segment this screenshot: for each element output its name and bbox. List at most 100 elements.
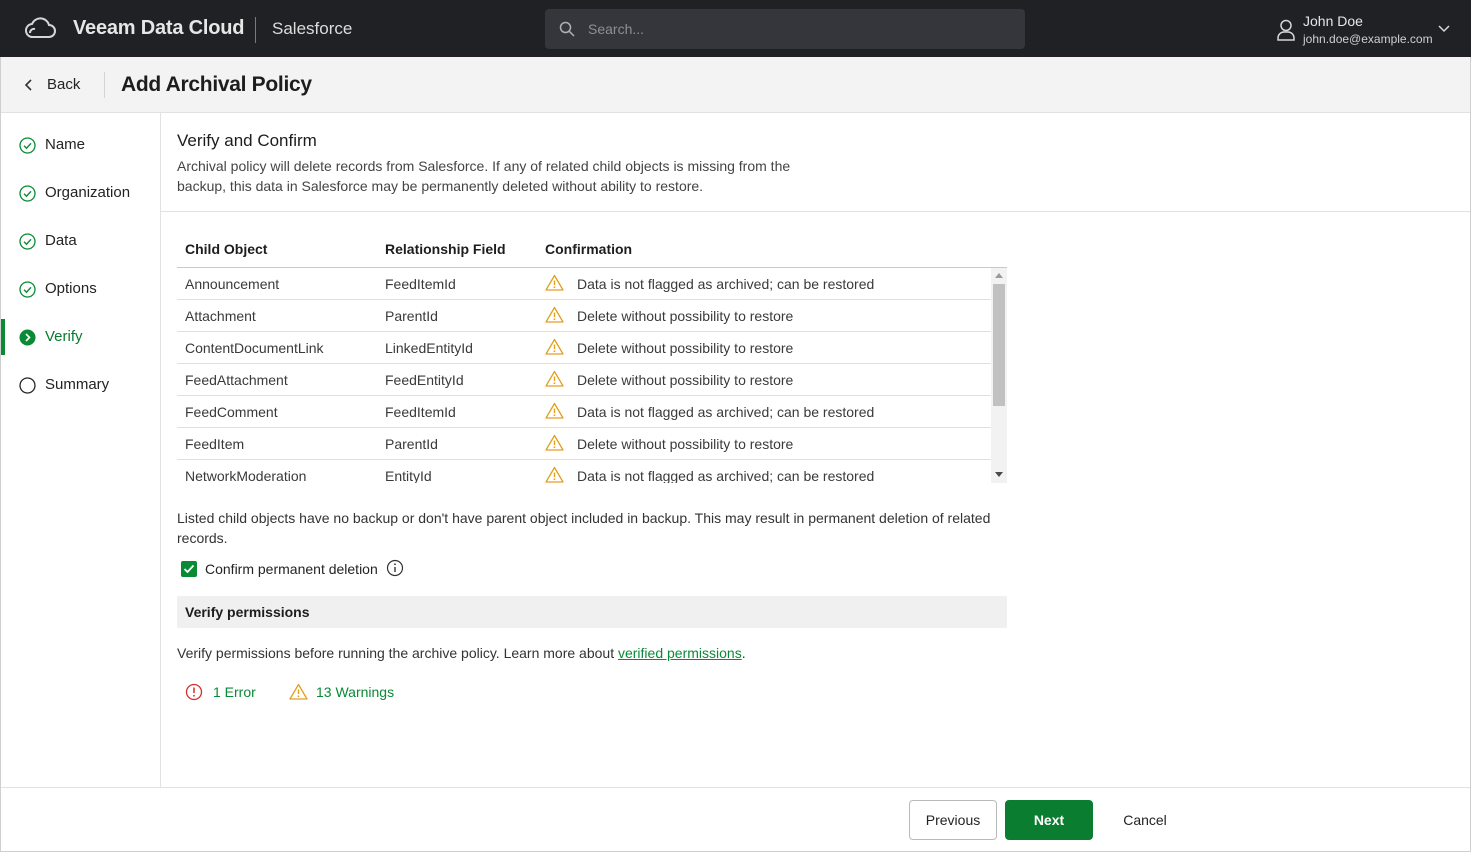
step-name[interactable]: Name xyxy=(1,125,160,165)
check-circle-icon xyxy=(19,281,36,298)
confirmation-cell: Delete without possibility to restore xyxy=(577,340,794,356)
confirm-deletion-label[interactable]: Confirm permanent deletion xyxy=(205,561,378,577)
table-header: Child Object Relationship Field Confirma… xyxy=(177,231,1007,268)
chevron-left-icon xyxy=(24,79,32,91)
step-organization[interactable]: Organization xyxy=(1,173,160,213)
user-email: john.doe@example.com xyxy=(1303,32,1433,46)
table-row[interactable]: NetworkModeration EntityId Data is not f… xyxy=(177,460,991,483)
warning-icon xyxy=(545,402,564,419)
column-header-relationship-field[interactable]: Relationship Field xyxy=(385,241,506,257)
relationship-field-cell: LinkedEntityId xyxy=(385,340,473,356)
warning-icon xyxy=(545,434,564,451)
table-row[interactable]: Announcement FeedItemId Data is not flag… xyxy=(177,268,991,300)
relationship-field-cell: FeedItemId xyxy=(385,404,456,420)
wizard-footer: Previous Next Cancel xyxy=(1,787,1470,851)
cancel-button[interactable]: Cancel xyxy=(1101,800,1189,840)
top-bar: Veeam Data Cloud Salesforce John Doe joh… xyxy=(0,0,1471,57)
confirmation-cell: Delete without possibility to restore xyxy=(577,372,794,388)
step-label: Options xyxy=(45,280,97,297)
warnings-count-label: 13 Warnings xyxy=(316,684,395,700)
checkmark-icon xyxy=(183,564,195,574)
next-button[interactable]: Next xyxy=(1005,800,1093,840)
errors-count-label: 1 Error xyxy=(213,684,256,700)
verified-permissions-link[interactable]: verified permissions xyxy=(618,645,742,661)
table-row[interactable]: FeedComment FeedItemId Data is not flagg… xyxy=(177,396,991,428)
warning-icon xyxy=(545,338,564,355)
confirm-deletion-checkbox[interactable] xyxy=(181,561,197,577)
confirmation-cell: Delete without possibility to restore xyxy=(577,308,794,324)
step-label: Verify xyxy=(45,328,83,345)
section-title: Verify and Confirm xyxy=(177,131,317,150)
verify-permissions-title: Verify permissions xyxy=(185,604,310,620)
check-circle-icon xyxy=(19,137,36,154)
search-box[interactable] xyxy=(545,9,1025,49)
scroll-down-icon[interactable] xyxy=(995,472,1003,477)
column-header-confirmation[interactable]: Confirmation xyxy=(545,241,632,257)
user-name: John Doe xyxy=(1303,13,1363,29)
warning-icon xyxy=(545,370,564,387)
permissions-desc-suffix: . xyxy=(741,645,746,661)
scroll-up-icon[interactable] xyxy=(995,273,1003,278)
page-title: Add Archival Policy xyxy=(121,73,312,96)
header-divider xyxy=(104,72,105,98)
table-row[interactable]: ContentDocumentLink LinkedEntityId Delet… xyxy=(177,332,991,364)
confirmation-cell: Data is not flagged as archived; can be … xyxy=(577,468,875,483)
table-row[interactable]: Attachment ParentId Delete without possi… xyxy=(177,300,991,332)
column-header-child-object[interactable]: Child Object xyxy=(185,241,267,257)
relationship-field-cell: EntityId xyxy=(385,468,432,483)
confirmation-cell: Delete without possibility to restore xyxy=(577,436,794,452)
relationship-field-cell: ParentId xyxy=(385,436,438,452)
info-icon[interactable] xyxy=(386,559,404,577)
table-body[interactable]: Announcement FeedItemId Data is not flag… xyxy=(177,268,991,483)
verify-permissions-description: Verify permissions before running the ar… xyxy=(177,645,746,661)
step-label: Summary xyxy=(45,376,110,393)
child-object-cell: Announcement xyxy=(185,276,280,292)
main-content: Verify and Confirm Archival policy will … xyxy=(161,113,1470,787)
relationship-field-cell: FeedItemId xyxy=(385,276,456,292)
confirmation-cell: Data is not flagged as archived; can be … xyxy=(577,276,875,292)
deletion-note: Listed child objects have no backup or d… xyxy=(177,510,991,546)
step-verify[interactable]: Verify xyxy=(1,317,160,357)
check-circle-icon xyxy=(19,233,36,250)
chevron-down-icon xyxy=(1438,25,1450,33)
user-menu[interactable]: John Doe john.doe@example.com xyxy=(1276,10,1456,50)
search-input[interactable] xyxy=(588,19,1008,39)
child-object-cell: Attachment xyxy=(185,308,256,324)
wizard-steps: Name Organization Data Options Verify Su… xyxy=(1,113,161,787)
check-circle-icon xyxy=(19,185,36,202)
page-header: Back Add Archival Policy xyxy=(1,57,1470,113)
warning-icon xyxy=(289,683,308,700)
table-scrollbar[interactable] xyxy=(991,268,1007,483)
active-step-indicator xyxy=(1,319,5,355)
product-name: Salesforce xyxy=(272,19,353,38)
table-row[interactable]: FeedAttachment FeedEntityId Delete witho… xyxy=(177,364,991,396)
relationship-field-cell: ParentId xyxy=(385,308,438,324)
table-row[interactable]: FeedItem ParentId Delete without possibi… xyxy=(177,428,991,460)
scrollbar-thumb[interactable] xyxy=(993,284,1005,406)
step-data[interactable]: Data xyxy=(1,221,160,261)
step-label: Organization xyxy=(45,184,131,201)
previous-button[interactable]: Previous xyxy=(909,800,997,840)
child-object-cell: FeedComment xyxy=(185,404,278,420)
warning-icon xyxy=(545,274,564,291)
step-summary[interactable]: Summary xyxy=(1,365,160,405)
search-icon xyxy=(559,21,575,37)
verify-permissions-section: Verify permissions xyxy=(177,596,1007,628)
brand-divider xyxy=(255,17,256,43)
step-label: Data xyxy=(45,232,77,249)
empty-circle-icon xyxy=(19,377,36,394)
child-object-cell: FeedAttachment xyxy=(185,372,288,388)
active-step-icon xyxy=(19,329,36,346)
warning-icon xyxy=(545,466,564,483)
child-object-cell: ContentDocumentLink xyxy=(185,340,324,356)
user-icon xyxy=(1277,19,1295,41)
section-divider xyxy=(161,211,1470,212)
child-object-cell: FeedItem xyxy=(185,436,245,452)
step-label: Name xyxy=(45,136,86,153)
section-description: Archival policy will delete records from… xyxy=(177,158,791,194)
child-objects-table: Child Object Relationship Field Confirma… xyxy=(177,231,1007,483)
step-options[interactable]: Options xyxy=(1,269,160,309)
brand-name: Veeam Data Cloud xyxy=(73,17,245,39)
child-object-cell: NetworkModeration xyxy=(185,468,307,483)
back-label: Back xyxy=(47,76,81,93)
